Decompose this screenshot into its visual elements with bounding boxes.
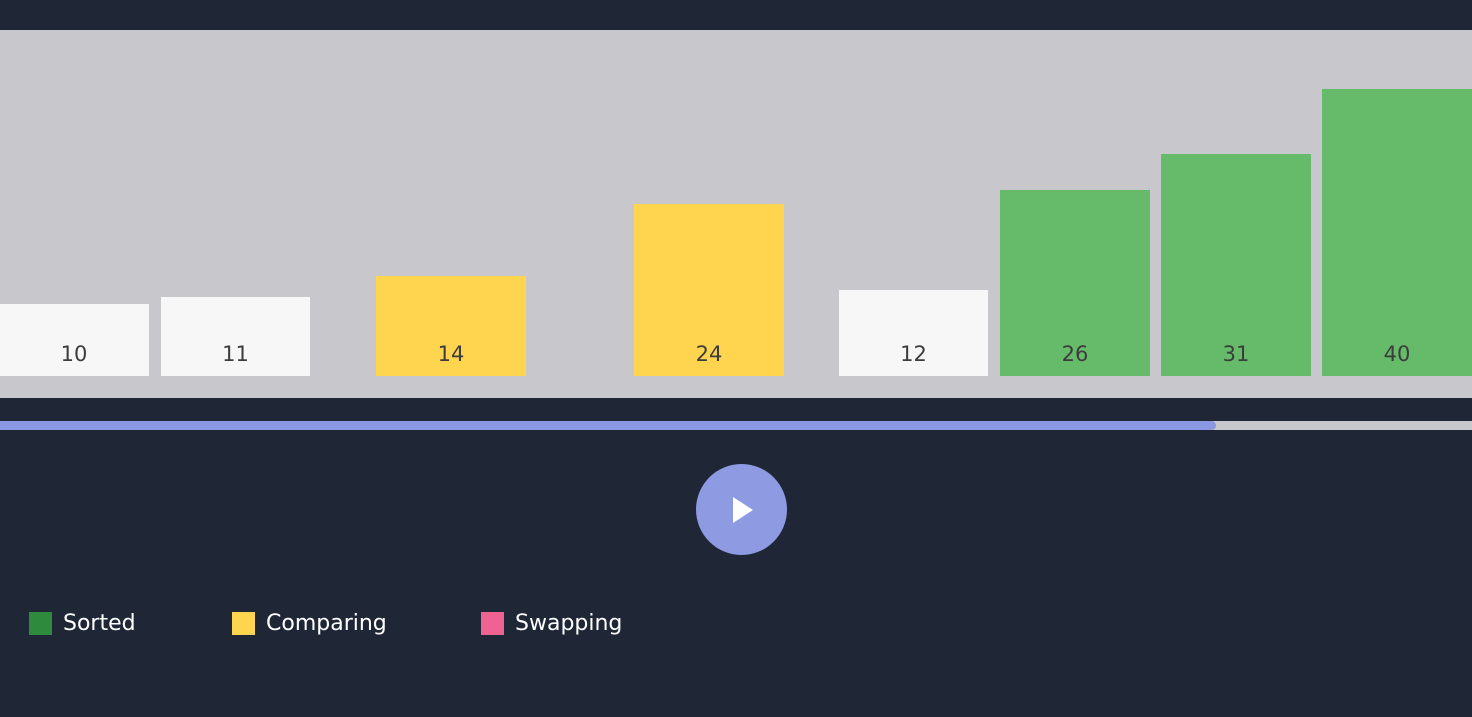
legend-swatch-comparing [232,612,255,635]
bar-value-label: 40 [1383,342,1411,366]
array-bar: 26 [1000,190,1150,376]
legend-label: Comparing [266,611,387,636]
legend-label: Sorted [63,611,136,636]
bar-value-label: 10 [60,342,88,366]
legend-label: Swapping [515,611,623,636]
array-bar: 10 [0,304,149,376]
array-bar: 40 [1322,89,1472,376]
array-bar: 11 [161,297,310,376]
play-icon [733,497,753,523]
play-button[interactable] [696,464,787,555]
legend-swatch-swapping [481,612,504,635]
array-bar: 14 [376,276,526,376]
bar-value-label: 12 [900,342,927,366]
bar-value-label: 26 [1061,342,1089,366]
legend-swatch-sorted [29,612,52,635]
progress-fill [0,421,1216,430]
sort-visualizer-panel: 10 11 14 24 12 26 31 40 [0,30,1472,398]
bar-value-label: 11 [222,342,249,366]
array-bar: 12 [839,290,988,376]
bar-value-label: 14 [437,342,465,366]
bar-value-label: 24 [695,342,723,366]
array-bar: 24 [634,204,784,376]
array-bar: 31 [1161,154,1311,376]
progress-bar[interactable] [0,421,1472,430]
bar-value-label: 31 [1222,342,1250,366]
